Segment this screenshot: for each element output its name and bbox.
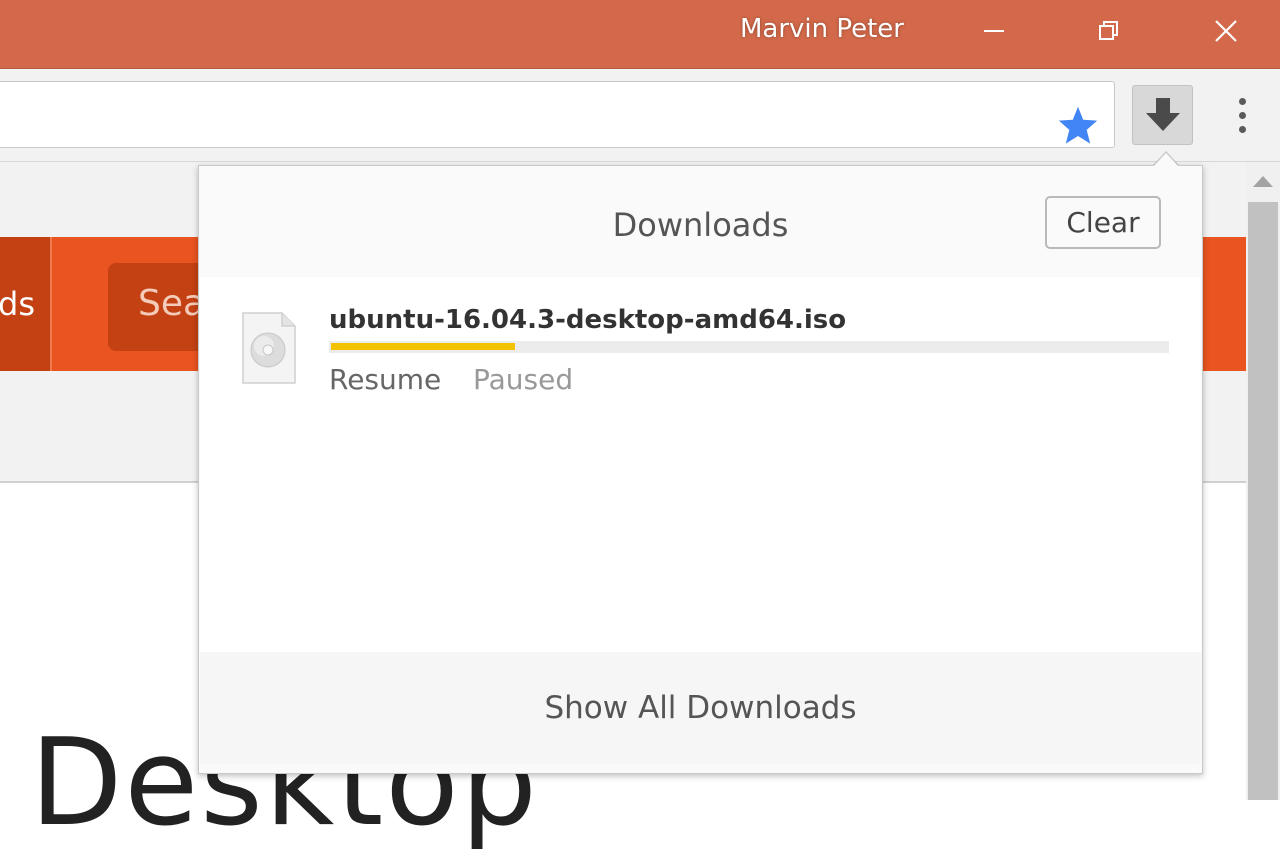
download-progress-bar	[329, 341, 1169, 353]
bookmark-star-button[interactable]	[1057, 105, 1099, 149]
more-vert-icon	[1238, 97, 1246, 105]
star-icon	[1058, 106, 1098, 144]
download-arrow-icon	[1145, 98, 1180, 131]
title-bar: Marvin Peter	[0, 0, 1280, 69]
page-scrollbar[interactable]	[1246, 162, 1280, 800]
close-icon	[1215, 20, 1237, 42]
nav-item-active[interactable]: ds	[0, 237, 52, 371]
browser-toolbar	[0, 69, 1280, 162]
scroll-thumb[interactable]	[1248, 202, 1278, 800]
scroll-up-arrow-icon[interactable]	[1253, 176, 1273, 187]
downloads-bubble: Downloads Clear ubuntu-16.04.3-desktop-a…	[198, 165, 1203, 774]
minimize-icon	[984, 30, 1004, 32]
download-status: Paused	[473, 363, 574, 396]
clear-button[interactable]: Clear	[1045, 196, 1161, 249]
nav-item-label: ds	[0, 285, 35, 323]
resume-button[interactable]: Resume	[329, 363, 441, 396]
download-list: ubuntu-16.04.3-desktop-amd64.iso Resume …	[200, 277, 1201, 652]
restore-button[interactable]	[1080, 0, 1138, 62]
download-progress-fill	[331, 343, 515, 350]
profile-name[interactable]: Marvin Peter	[740, 14, 904, 44]
bubble-pointer-inner	[1153, 153, 1179, 167]
show-all-downloads-button[interactable]: Show All Downloads	[200, 652, 1201, 764]
address-bar[interactable]	[0, 81, 1115, 148]
minimize-button[interactable]	[966, 0, 1024, 62]
search-placeholder: Sea	[138, 283, 206, 324]
disc-file-icon	[242, 312, 296, 388]
download-file-name[interactable]: ubuntu-16.04.3-desktop-amd64.iso	[329, 305, 846, 335]
downloads-button[interactable]	[1132, 85, 1193, 145]
restore-icon	[1099, 21, 1118, 40]
close-button[interactable]	[1197, 0, 1255, 62]
browser-menu-button[interactable]	[1224, 91, 1260, 139]
